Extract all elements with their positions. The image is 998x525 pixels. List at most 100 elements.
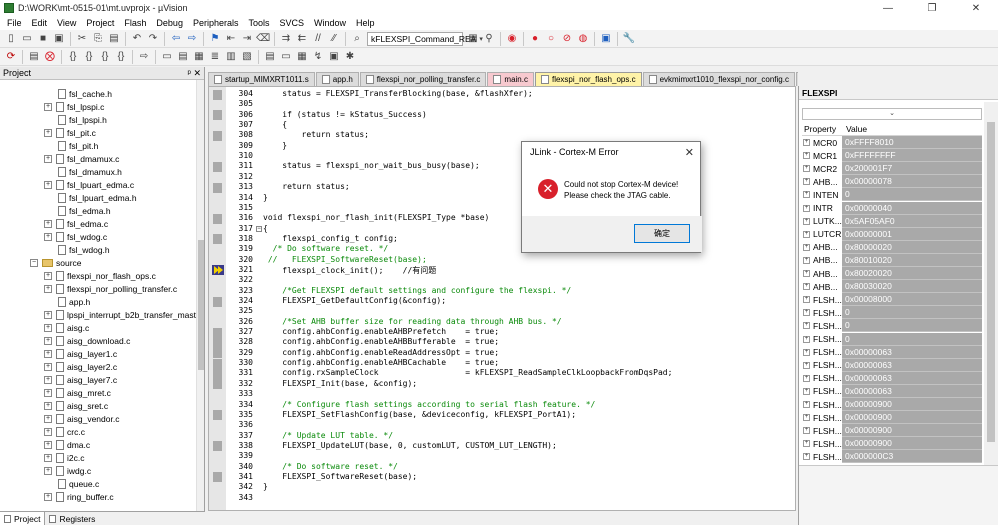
menu-file[interactable]: File: [2, 18, 27, 28]
executable-line-marker[interactable]: [213, 379, 222, 390]
register-row[interactable]: + MCR0 0xFFFF8010: [802, 136, 982, 149]
register-value[interactable]: 0x00000001: [842, 227, 982, 241]
code-line[interactable]: flexspi_config_t config;: [263, 234, 398, 243]
tree-file-item[interactable]: + fsl_wdog.c: [44, 230, 107, 243]
menu-edit[interactable]: Edit: [27, 18, 53, 28]
expand-icon[interactable]: +: [44, 401, 52, 410]
debug-start-icon[interactable]: ◉: [505, 32, 519, 46]
cut-icon[interactable]: ✂: [75, 32, 89, 46]
tree-file-item[interactable]: fsl_lpuart_edma.h: [58, 191, 137, 204]
expand-icon[interactable]: +: [803, 204, 810, 212]
expand-icon[interactable]: +: [803, 440, 810, 448]
tree-file-item[interactable]: + lpspi_interrupt_b2b_transfer_master.: [44, 308, 204, 321]
save-icon[interactable]: ■: [36, 32, 50, 46]
expand-icon[interactable]: +: [44, 427, 52, 436]
menu-flash[interactable]: Flash: [119, 18, 151, 28]
editor-tab[interactable]: flexspi_nor_polling_transfer.c: [359, 72, 487, 86]
step-into-icon[interactable]: {}: [66, 50, 80, 64]
expand-icon[interactable]: +: [44, 323, 52, 332]
code-line[interactable]: FLEXSPI_GetDefaultConfig(&config);: [263, 296, 446, 305]
code-line[interactable]: status = flexspi_nor_wait_bus_busy(base)…: [263, 161, 479, 170]
tree-file-item[interactable]: + aisg_layer1.c: [44, 347, 117, 360]
menu-window[interactable]: Window: [309, 18, 351, 28]
expand-icon[interactable]: +: [803, 427, 810, 435]
code-line[interactable]: config.ahbConfig.enableAHBCachable = tru…: [263, 358, 499, 367]
reset-icon[interactable]: ⟳: [4, 50, 18, 64]
tree-file-item[interactable]: + fsl_edma.c: [44, 217, 108, 230]
code-line[interactable]: status = FLEXSPI_TransferBlocking(base, …: [263, 89, 532, 98]
register-row[interactable]: + FLSH... 0x00000900: [802, 411, 982, 425]
dialog-close-button[interactable]: ✕: [685, 146, 694, 159]
register-row[interactable]: + FLSH... 0x00000900: [802, 398, 982, 411]
tree-file-item[interactable]: + aisg_download.c: [44, 334, 130, 347]
breakpoint-insert-icon[interactable]: ●: [528, 32, 542, 46]
expand-icon[interactable]: +: [803, 152, 810, 160]
tree-file-item[interactable]: + aisg_mret.c: [44, 386, 111, 399]
tree-file-item[interactable]: + fsl_lpspi.c: [44, 100, 104, 113]
register-row[interactable]: + AHB... 0x80000020: [802, 240, 982, 254]
open-folder-icon[interactable]: ▭: [20, 32, 34, 46]
register-row[interactable]: + FLSH... 0: [802, 319, 982, 333]
expand-icon[interactable]: +: [44, 232, 52, 241]
editor-tab[interactable]: main.c: [487, 72, 534, 86]
configure-icon[interactable]: 🔧: [622, 32, 636, 46]
expand-icon[interactable]: +: [803, 139, 810, 146]
register-row[interactable]: + INTR 0x00000040: [802, 201, 982, 215]
expand-icon[interactable]: +: [803, 191, 810, 199]
peripheral-scrollbar[interactable]: [984, 102, 998, 482]
breakpoint-disable-icon[interactable]: ○: [544, 32, 558, 46]
executable-line-marker[interactable]: [213, 110, 222, 121]
clear-bookmarks-icon[interactable]: ⌫: [256, 32, 270, 46]
register-value[interactable]: 0x80000020: [842, 240, 982, 254]
register-row[interactable]: + LUTCR 0x00000001: [802, 227, 982, 241]
register-value[interactable]: 0: [842, 306, 982, 320]
step-out-icon[interactable]: {}: [98, 50, 112, 64]
tree-file-item[interactable]: fsl_dmamux.h: [58, 165, 122, 178]
trace-window-icon[interactable]: ↯: [311, 50, 325, 64]
expand-icon[interactable]: +: [803, 217, 810, 225]
incremental-find-icon[interactable]: ⚲: [482, 32, 496, 46]
code-line[interactable]: void flexspi_nor_flash_init(FLEXSPI_Type…: [263, 213, 489, 222]
system-viewer-icon[interactable]: ▣: [327, 50, 341, 64]
expand-icon[interactable]: +: [803, 414, 810, 422]
register-value[interactable]: 0: [842, 332, 982, 346]
expand-icon[interactable]: +: [44, 492, 52, 501]
expand-icon[interactable]: +: [803, 322, 810, 330]
copy-icon[interactable]: ⎘: [91, 32, 105, 46]
registers-window-icon[interactable]: ≣: [208, 50, 222, 64]
serial-window-icon[interactable]: ▭: [279, 50, 293, 64]
code-line[interactable]: config.ahbConfig.enableAHBBufferable = t…: [263, 337, 499, 346]
navigate-forward-icon[interactable]: ⇨: [185, 32, 199, 46]
run-icon[interactable]: ▤: [27, 50, 41, 64]
code-line[interactable]: FLEXSPI_SetFlashConfig(base, &deviceconf…: [263, 410, 576, 419]
tree-file-item[interactable]: fsl_lpspi.h: [58, 113, 107, 126]
register-row[interactable]: + AHB... 0x80020020: [802, 267, 982, 280]
expand-icon[interactable]: +: [44, 102, 52, 111]
register-value[interactable]: 0xFFFFFFFF: [842, 149, 982, 163]
memory-window-icon[interactable]: ▤: [263, 50, 277, 64]
expand-icon[interactable]: +: [803, 335, 810, 343]
register-value[interactable]: 0x00000078: [842, 175, 982, 189]
tree-file-item[interactable]: + flexspi_nor_polling_transfer.c: [44, 282, 177, 295]
bookmark-icon[interactable]: ⚑: [208, 32, 222, 46]
comment-icon[interactable]: //: [311, 32, 325, 46]
editor-tab[interactable]: evkmimxrt1010_flexspi_nor_config.c: [642, 72, 795, 86]
register-row[interactable]: + FLSH... 0x00000063: [802, 384, 982, 398]
tree-file-item[interactable]: + dma.c: [44, 438, 90, 451]
tree-file-item[interactable]: fsl_pit.h: [58, 139, 98, 152]
toolbox-icon[interactable]: ✱: [343, 50, 357, 64]
editor-tab[interactable]: startup_MIMXRT1011.s: [208, 72, 315, 86]
fold-collapse-icon[interactable]: −: [256, 225, 262, 232]
code-line[interactable]: {: [263, 120, 287, 129]
code-line[interactable]: /* Configure flash settings according to…: [263, 400, 595, 409]
tab-registers[interactable]: Registers: [45, 512, 99, 525]
executable-line-marker[interactable]: [213, 296, 222, 307]
code-line[interactable]: /* Update LUT table. */: [263, 431, 393, 440]
uncomment-icon[interactable]: ⁄⁄: [327, 32, 341, 46]
expand-icon[interactable]: +: [44, 271, 52, 280]
executable-line-marker[interactable]: [213, 358, 222, 369]
stop-icon[interactable]: ⨂: [43, 50, 57, 64]
code-line[interactable]: return status;: [263, 182, 349, 191]
disassembly-window-icon[interactable]: ▤: [176, 50, 190, 64]
expand-icon[interactable]: +: [44, 336, 52, 345]
